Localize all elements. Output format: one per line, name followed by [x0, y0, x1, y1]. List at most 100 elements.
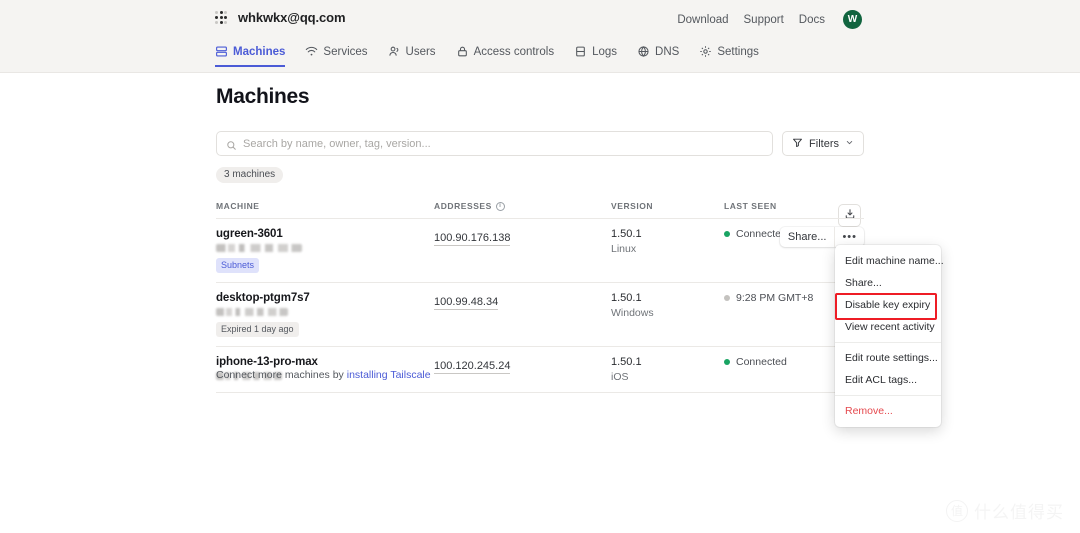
last-seen-cell: Connected	[724, 356, 816, 383]
footer-note: Connect more machines by installing Tail…	[216, 369, 431, 381]
address-cell: 100.99.48.34	[434, 292, 611, 337]
header-link-support[interactable]: Support	[744, 14, 784, 26]
brand-name: whkwkx@qq.com	[238, 10, 345, 25]
avatar[interactable]: W	[843, 10, 862, 29]
machine-cell: ugreen-3601 Subnets	[216, 228, 434, 273]
machine-count-badge: 3 machines	[216, 167, 283, 183]
header-link-download[interactable]: Download	[677, 14, 728, 26]
nav-item-settings[interactable]: Settings	[699, 45, 759, 67]
status-dot-online-icon	[724, 359, 730, 365]
header-links: Download Support Docs W	[677, 10, 862, 29]
column-header-addresses: ADDRESSES i	[434, 201, 611, 211]
machine-owner-redacted	[216, 308, 288, 316]
menu-item-edit-machine-name[interactable]: Edit machine name...	[835, 250, 941, 272]
machine-address[interactable]: 100.90.176.138	[434, 232, 510, 246]
page-title: Machines	[216, 85, 309, 109]
nav-item-logs[interactable]: Logs	[574, 45, 617, 67]
version-cell: 1.50.1 iOS	[611, 356, 724, 383]
menu-divider	[835, 395, 941, 396]
connection-status: 9:28 PM GMT+8	[724, 292, 816, 304]
gear-icon	[699, 45, 712, 58]
machine-version: 1.50.1	[611, 228, 724, 240]
status-badge: Expired 1 day ago	[216, 322, 299, 337]
share-button[interactable]: Share...	[780, 227, 836, 247]
machine-os: iOS	[611, 371, 724, 383]
top-header-band: whkwkx@qq.com Download Support Docs W Ma…	[0, 0, 1080, 73]
filters-label: Filters	[809, 138, 839, 150]
filter-icon	[792, 137, 803, 151]
last-seen-text: Connected	[736, 356, 787, 368]
chevron-down-icon	[845, 138, 854, 150]
menu-item-edit-acl-tags[interactable]: Edit ACL tags...	[835, 369, 941, 391]
column-header-actions	[816, 201, 864, 211]
table-row[interactable]: ugreen-3601 Subnets 100.90.176.138 1.50.…	[216, 219, 864, 283]
menu-item-view-recent-activity[interactable]: View recent activity	[835, 316, 941, 338]
menu-item-share[interactable]: Share...	[835, 272, 941, 294]
nav-item-access-controls[interactable]: Access controls	[456, 45, 555, 67]
version-cell: 1.50.1 Linux	[611, 228, 724, 273]
more-options-icon[interactable]: •••	[835, 227, 864, 247]
address-cell: 100.120.245.24	[434, 356, 611, 383]
search-row: Search by name, owner, tag, version... F…	[216, 131, 864, 156]
tailscale-dots-icon	[215, 11, 229, 23]
status-dot-offline-icon	[724, 295, 730, 301]
last-seen-text: 9:28 PM GMT+8	[736, 292, 813, 304]
globe-icon	[637, 45, 650, 58]
menu-item-disable-key-expiry[interactable]: Disable key expiry	[835, 294, 941, 316]
machines-icon	[215, 45, 228, 58]
table-row[interactable]: desktop-ptgm7s7 Expired 1 day ago 100.99…	[216, 283, 864, 347]
watermark-logo-icon: 值	[946, 500, 968, 522]
lock-icon	[456, 45, 469, 58]
menu-divider	[835, 342, 941, 343]
logs-icon	[574, 45, 587, 58]
last-seen-cell: 9:28 PM GMT+8	[724, 292, 816, 337]
nav-item-services[interactable]: Services	[305, 45, 367, 67]
status-badge: Subnets	[216, 258, 259, 273]
row-context-menu: Edit machine name... Share... Disable ke…	[835, 245, 941, 427]
watermark: 值 什么值得买	[946, 498, 1064, 523]
machine-os: Windows	[611, 307, 724, 319]
header-top-row: whkwkx@qq.com Download Support Docs W	[0, 0, 1080, 39]
address-cell: 100.90.176.138	[434, 228, 611, 273]
nav-item-users[interactable]: Users	[388, 45, 436, 67]
users-icon	[388, 45, 401, 58]
nav-label-dns: DNS	[655, 46, 679, 58]
search-input[interactable]: Search by name, owner, tag, version...	[216, 131, 773, 156]
nav-label-users: Users	[406, 46, 436, 58]
services-wifi-icon	[305, 45, 318, 58]
installing-tailscale-link[interactable]: installing Tailscale	[347, 369, 431, 381]
column-header-last-seen: LAST SEEN	[724, 201, 816, 211]
footer-text: Connect more machines by	[216, 369, 347, 381]
machines-table: MACHINE ADDRESSES i VERSION LAST SEEN ug…	[216, 201, 864, 393]
column-header-version: VERSION	[611, 201, 724, 211]
machine-name[interactable]: ugreen-3601	[216, 228, 434, 240]
machine-address[interactable]: 100.120.245.24	[434, 360, 510, 374]
machine-address[interactable]: 100.99.48.34	[434, 296, 498, 310]
machine-owner-redacted	[216, 244, 302, 252]
search-icon	[226, 138, 237, 149]
brand[interactable]: whkwkx@qq.com	[215, 10, 345, 25]
row-action-group: Share... •••	[780, 227, 864, 247]
menu-item-remove[interactable]: Remove...	[835, 400, 941, 422]
nav-label-access-controls: Access controls	[474, 46, 555, 58]
header-link-docs[interactable]: Docs	[799, 14, 825, 26]
info-icon[interactable]: i	[496, 202, 505, 211]
machine-name[interactable]: iphone-13-pro-max	[216, 356, 434, 368]
machine-name[interactable]: desktop-ptgm7s7	[216, 292, 434, 304]
status-dot-online-icon	[724, 231, 730, 237]
filters-button[interactable]: Filters	[782, 131, 864, 156]
menu-item-edit-route-settings[interactable]: Edit route settings...	[835, 347, 941, 369]
watermark-text: 什么值得买	[974, 498, 1064, 523]
nav-item-machines[interactable]: Machines	[215, 45, 285, 67]
table-header-row: MACHINE ADDRESSES i VERSION LAST SEEN	[216, 201, 864, 219]
column-header-machine: MACHINE	[216, 201, 434, 211]
machine-cell: desktop-ptgm7s7 Expired 1 day ago	[216, 292, 434, 337]
machine-os: Linux	[611, 243, 724, 255]
column-header-addresses-label: ADDRESSES	[434, 201, 492, 211]
nav-item-dns[interactable]: DNS	[637, 45, 679, 67]
nav-label-services: Services	[323, 46, 367, 58]
nav-label-settings: Settings	[717, 46, 759, 58]
main-nav: Machines Services Users	[215, 45, 759, 73]
machine-version: 1.50.1	[611, 356, 724, 368]
nav-label-machines: Machines	[233, 46, 285, 58]
